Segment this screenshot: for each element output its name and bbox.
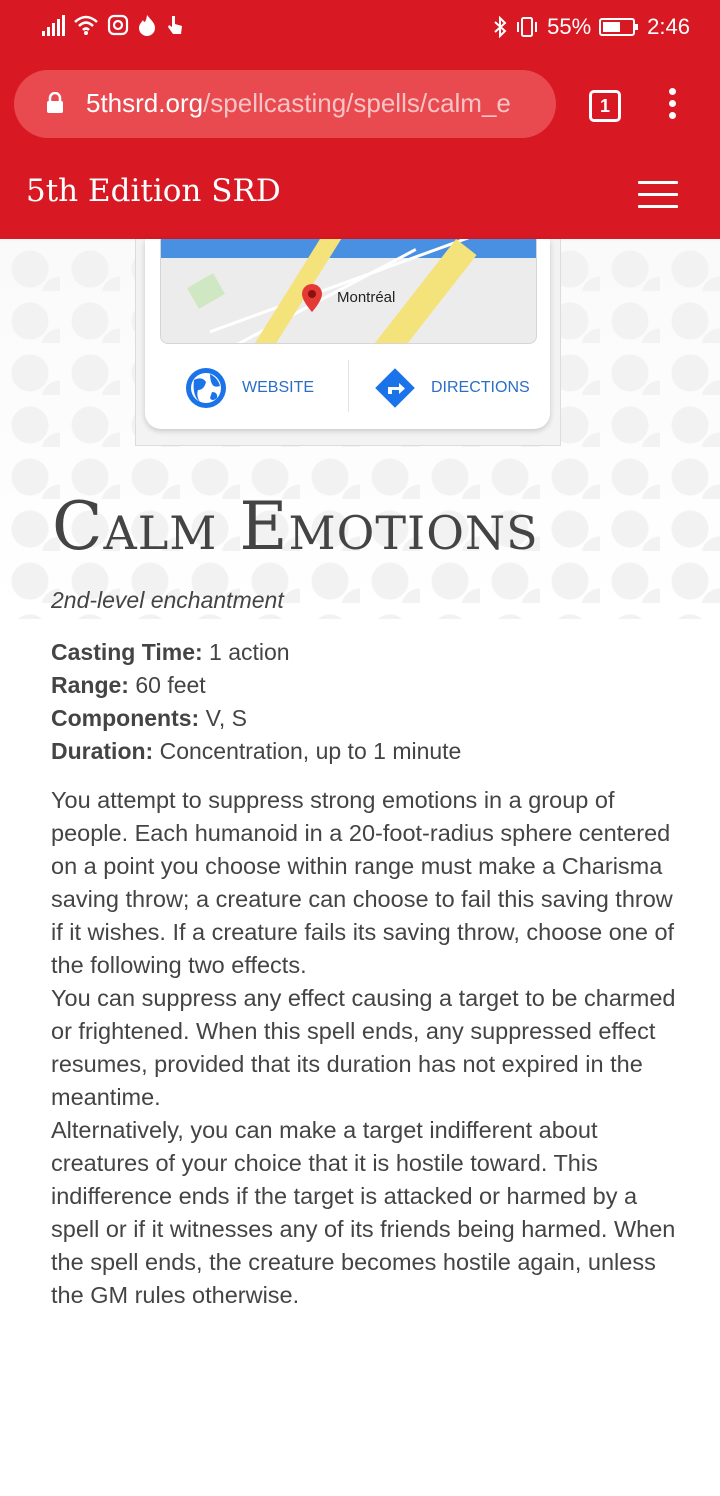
ad-website-label: WEBSITE (242, 379, 315, 396)
description-paragraph: You attempt to suppress strong emotions … (51, 787, 675, 978)
site-title[interactable]: 5th Edition SRD (26, 173, 281, 209)
spell-description: You attempt to suppress strong emotions … (51, 784, 681, 1312)
wifi-icon (74, 15, 98, 35)
ad-website-button[interactable]: WEBSITE (184, 366, 314, 410)
property-label: Range: (51, 672, 129, 698)
property-value: 60 feet (128, 672, 206, 698)
cell-signal-icon (42, 14, 65, 36)
site-header: 5th Edition SRD (0, 153, 720, 239)
map-pin-icon (302, 284, 322, 312)
spell-properties: Casting Time: 1 action Range: 60 feet Co… (51, 636, 461, 768)
url-path: /spellcasting/spells/calm_e (203, 88, 511, 118)
status-bar: 55% 2:46 (0, 0, 720, 58)
ad-map[interactable]: Montréal (160, 239, 537, 344)
spell-components: Components: V, S (51, 702, 461, 735)
ad-divider (348, 360, 349, 412)
property-label: Components: (51, 705, 200, 731)
url-text[interactable]: 5thsrd.org/spellcasting/spells/calm_e (86, 88, 546, 122)
status-icons-left (42, 14, 185, 36)
browser-toolbar: 5thsrd.org/spellcasting/spells/calm_e 1 (0, 58, 720, 153)
globe-icon (186, 368, 226, 408)
bluetooth-icon (494, 16, 507, 38)
hamburger-menu-icon[interactable] (638, 181, 678, 211)
description-paragraph: You can suppress any effect causing a ta… (51, 985, 676, 1110)
spell-casting-time: Casting Time: 1 action (51, 636, 461, 669)
touch-icon (168, 16, 182, 34)
ad-map-header-bar (161, 239, 536, 258)
spell-title: Calm Emotions (52, 488, 539, 565)
browser-menu-icon[interactable] (664, 88, 680, 124)
spell-level: 2nd-level enchantment (51, 587, 284, 613)
property-value: Concentration, up to 1 minute (153, 738, 462, 764)
address-bar[interactable]: 5thsrd.org/spellcasting/spells/calm_e (14, 70, 556, 138)
map-city-label: Montréal (337, 289, 396, 306)
instagram-icon (107, 14, 129, 36)
property-value: 1 action (202, 639, 290, 665)
property-label: Casting Time: (51, 639, 203, 665)
url-domain: 5thsrd.org (86, 88, 204, 118)
property-label: Duration: (51, 738, 154, 764)
tab-switcher-button[interactable]: 1 (589, 90, 621, 122)
vibrate-icon (517, 17, 538, 37)
directions-icon (375, 368, 415, 408)
ad-directions-button[interactable]: DIRECTIONS (373, 366, 530, 410)
status-icons-right: 55% 2:46 (493, 14, 690, 40)
spell-duration: Duration: Concentration, up to 1 minute (51, 735, 461, 768)
tinder-flame-icon (139, 15, 155, 36)
battery-percent: 55% (547, 14, 592, 39)
lock-icon (47, 92, 63, 113)
clock: 2:46 (647, 14, 690, 39)
battery-icon (599, 18, 639, 36)
property-value: V, S (199, 705, 247, 731)
description-paragraph: Alternatively, you can make a target ind… (51, 1117, 676, 1308)
ad-directions-label: DIRECTIONS (431, 379, 530, 396)
spell-range: Range: 60 feet (51, 669, 461, 702)
